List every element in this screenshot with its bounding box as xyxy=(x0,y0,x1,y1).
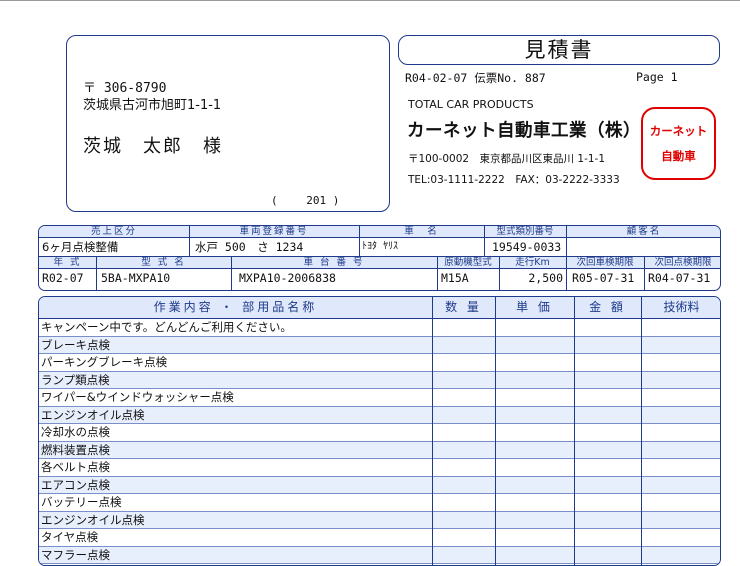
company-name-jp: カーネット自動車工業（株） xyxy=(407,121,641,141)
label-car-name: 車 名 xyxy=(359,226,484,237)
item-name: ブレーキ点検 xyxy=(41,337,110,352)
company-address: 〒100-0002 東京都品川区東品川 1-1-1 xyxy=(408,153,606,165)
column-divider xyxy=(432,297,433,565)
value-sales-category: 6ヶ月点検整備 xyxy=(42,240,119,254)
table-row: エンジンオイル点検 xyxy=(39,511,720,529)
vehicle-header-grid: 売上区分 車両登録番号 車 名 型式類別番号 顧客名 6ヶ月点検整備 水戸 50… xyxy=(38,225,721,291)
grid-line xyxy=(644,256,645,290)
table-row: ワイパー&ウインドウォッシャー点検 xyxy=(39,389,720,407)
table-row: エンジンオイル点検 xyxy=(39,406,720,424)
recipient-name: 茨城 太郎 様 xyxy=(83,136,223,157)
value-next-inspection: R05-07-31 xyxy=(572,271,635,285)
label-year: 年 式 xyxy=(39,257,96,268)
grid-line xyxy=(96,256,97,290)
items-table-body: キャンペーン中です。どんどんご利用ください。 ブレーキ点検パーキングブレーキ点検ラ… xyxy=(39,319,720,564)
grid-line xyxy=(566,226,567,290)
table-row: パーキングブレーキ点検 xyxy=(39,354,720,372)
label-next-inspection: 次回車検期限 xyxy=(566,257,644,268)
value-registration: 水戸 500 さ 1234 xyxy=(195,240,304,254)
label-model-designation: 型式類別番号 xyxy=(484,226,566,237)
grid-line xyxy=(39,256,720,257)
table-row: 冷却水の点検 xyxy=(39,424,720,442)
column-work-content: 作業内容 ・ 部用品名称 xyxy=(153,300,318,314)
value-chassis: MXPA10-2006838 xyxy=(239,271,336,285)
grid-line xyxy=(39,268,720,269)
column-amount: 金 額 xyxy=(589,300,626,314)
grid-line xyxy=(499,256,500,290)
table-row: キャンペーン中です。どんどんご利用ください。 xyxy=(39,319,720,337)
grid-line xyxy=(189,226,190,256)
column-divider xyxy=(641,297,642,565)
grid-line xyxy=(359,226,360,256)
column-unit-price: 単 価 xyxy=(516,300,553,314)
column-quantity: 数 量 xyxy=(445,300,482,314)
label-mileage: 走行Km xyxy=(499,257,566,268)
item-name: 各ベルト点検 xyxy=(41,460,110,474)
item-name: タイヤ点検 xyxy=(41,530,99,544)
recipient-address: 茨城県古河市旭町1-1-1 xyxy=(83,98,222,113)
label-next-check: 次回点検期限 xyxy=(644,257,720,268)
item-name: エンジンオイル点検 xyxy=(41,407,145,422)
grid-line xyxy=(39,237,720,238)
recipient-number: ( 201 ) xyxy=(271,194,340,207)
page-number: Page 1 xyxy=(636,70,678,84)
value-engine: M15A xyxy=(441,271,469,285)
item-name: マフラー点検 xyxy=(41,547,110,562)
item-name: ランプ類点検 xyxy=(41,372,110,387)
label-chassis: 車 台 番 号 xyxy=(231,257,437,268)
label-engine: 原動機型式 xyxy=(437,257,499,268)
work-items-table: 作業内容 ・ 部用品名称 数 量 単 価 金 額 技術料 キャンペーン中です。ど… xyxy=(38,296,721,566)
grid-line xyxy=(231,256,232,290)
stamp-line-1: カーネット xyxy=(649,124,708,138)
value-car-name: ﾄﾖﾀ ﾔﾘｽ xyxy=(362,241,399,252)
item-name: エンジンオイル点検 xyxy=(41,512,145,527)
table-row: ランプ類点検 xyxy=(39,371,720,389)
table-row: マフラー点検 xyxy=(39,546,720,564)
company-name-en: TOTAL CAR PRODUCTS xyxy=(408,98,534,111)
column-divider xyxy=(495,297,496,565)
stamp-line-2: 自動車 xyxy=(661,149,696,163)
recipient-address-box: 〒 306-8790 茨城県古河市旭町1-1-1 茨城 太郎 様 ( 201 ) xyxy=(66,35,390,212)
items-table-header: 作業内容 ・ 部用品名称 数 量 単 価 金 額 技術料 xyxy=(39,297,720,319)
value-model: 5BA-MXPA10 xyxy=(101,271,171,285)
document-date-slip: R04-02-07 伝票No. 887 xyxy=(405,71,546,85)
table-row: ブレーキ点検 xyxy=(39,336,720,354)
item-name: ワイパー&ウインドウォッシャー点検 xyxy=(41,390,234,404)
item-name: 燃料装置点検 xyxy=(41,442,110,457)
value-next-check: R04-07-31 xyxy=(648,271,711,285)
label-sales-category: 売上区分 xyxy=(39,226,189,237)
item-name: 冷却水の点検 xyxy=(41,425,110,439)
column-divider xyxy=(574,297,575,565)
item-name: パーキングブレーキ点検 xyxy=(41,355,168,369)
item-name: キャンペーン中です。どんどんご利用ください。 xyxy=(41,320,292,334)
company-seal-stamp: カーネット 自動車 xyxy=(641,107,716,180)
label-customer-name: 顧客名 xyxy=(566,226,720,237)
table-row: バッテリー点検 xyxy=(39,494,720,512)
label-registration: 車両登録番号 xyxy=(189,226,359,237)
value-mileage: 2,500 xyxy=(528,271,563,285)
label-model: 型 式 名 xyxy=(96,257,231,268)
grid-line xyxy=(484,226,485,256)
table-row: エアコン点検 xyxy=(39,476,720,494)
grid-line xyxy=(437,256,438,290)
value-customer-name xyxy=(566,238,720,256)
table-row: タイヤ点検 xyxy=(39,529,720,547)
item-name: エアコン点検 xyxy=(41,477,110,492)
top-divider xyxy=(0,0,740,1)
table-row: 燃料装置点検 xyxy=(39,441,720,459)
column-labor-fee: 技術料 xyxy=(663,300,700,314)
company-tel-fax: TEL:03-1111-2222 FAX：03-2222-3333 xyxy=(408,174,620,186)
table-row: 各ベルト点検 xyxy=(39,459,720,477)
document-title: 見積書 xyxy=(398,35,720,65)
value-model-designation: 19549-0033 xyxy=(492,240,562,254)
item-name: バッテリー点検 xyxy=(41,495,122,509)
value-year: R02-07 xyxy=(42,271,84,285)
